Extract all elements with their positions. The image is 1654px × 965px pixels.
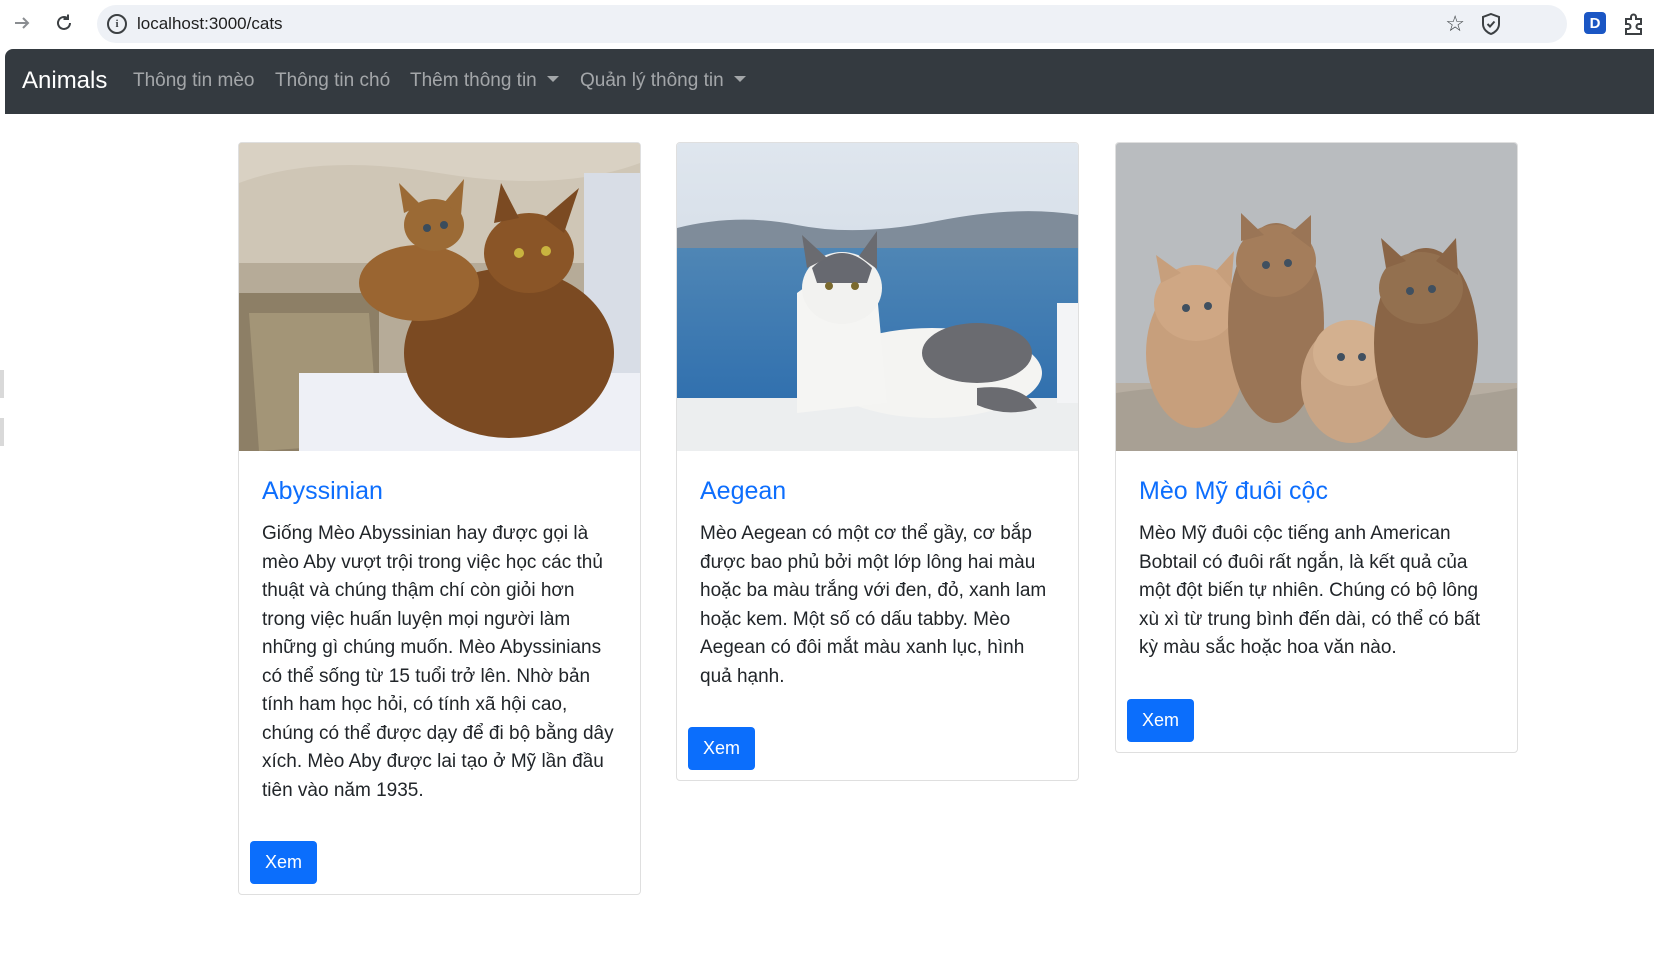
caret-down-icon [733,76,746,82]
cat-image-aegean [677,143,1078,451]
url-text[interactable]: localhost:3000/cats [137,14,283,34]
card-title[interactable]: Abyssinian [262,476,617,506]
nav-link-label: Thông tin mèo [133,70,255,91]
cat-image-american-bobtail [1116,143,1517,451]
navbar-brand[interactable]: Animals [22,67,107,95]
cat-card: Mèo Mỹ đuôi cộc Mèo Mỹ đuôi cộc tiếng an… [1115,142,1518,753]
nav-link-label: Thông tin chó [275,70,391,91]
site-info-icon[interactable]: i [107,14,127,34]
browser-toolbar: i localhost:3000/cats ☆ D [0,0,1654,49]
nav-link-cat-info[interactable]: Thông tin mèo [133,70,254,92]
caret-down-icon [546,76,559,82]
cat-image-abyssinian [239,143,640,451]
view-button[interactable]: Xem [688,727,756,770]
nav-link-label: Quản lý thông tin [580,70,724,91]
view-button[interactable]: Xem [250,841,318,884]
cat-card: Abyssinian Giống Mèo Abyssinian hay được… [238,142,641,895]
card-title[interactable]: Mèo Mỹ đuôi cộc [1139,476,1494,506]
reload-icon[interactable] [52,11,76,35]
address-bar[interactable]: i localhost:3000/cats ☆ [97,5,1567,43]
cat-card: Aegean Mèo Aegean có một cơ thể gầy, cơ … [676,142,1079,781]
extension-d-icon[interactable]: D [1584,12,1606,34]
nav-dropdown-add-info[interactable]: Thêm thông tin [410,70,559,92]
card-title[interactable]: Aegean [700,476,1055,506]
extensions-puzzle-icon[interactable] [1621,11,1647,37]
nav-link-label: Thêm thông tin [410,70,537,91]
card-text: Mèo Mỹ đuôi cộc tiếng anh American Bobta… [1139,523,1481,658]
app-navbar: Animals Thông tin mèo Thông tin chó Thêm… [5,49,1654,114]
shield-icon[interactable] [1481,13,1501,35]
card-text: Mèo Aegean có một cơ thể gầy, cơ bắp đượ… [700,523,1047,687]
forward-icon[interactable] [10,11,34,35]
bookmark-star-icon[interactable]: ☆ [1445,11,1465,37]
nav-link-dog-info[interactable]: Thông tin chó [275,70,390,92]
view-button[interactable]: Xem [1127,698,1195,742]
window-edge [0,370,4,398]
nav-dropdown-manage-info[interactable]: Quản lý thông tin [580,70,746,92]
card-text: Giống Mèo Abyssinian hay được gọi là mèo… [262,523,614,801]
window-edge [0,418,4,446]
